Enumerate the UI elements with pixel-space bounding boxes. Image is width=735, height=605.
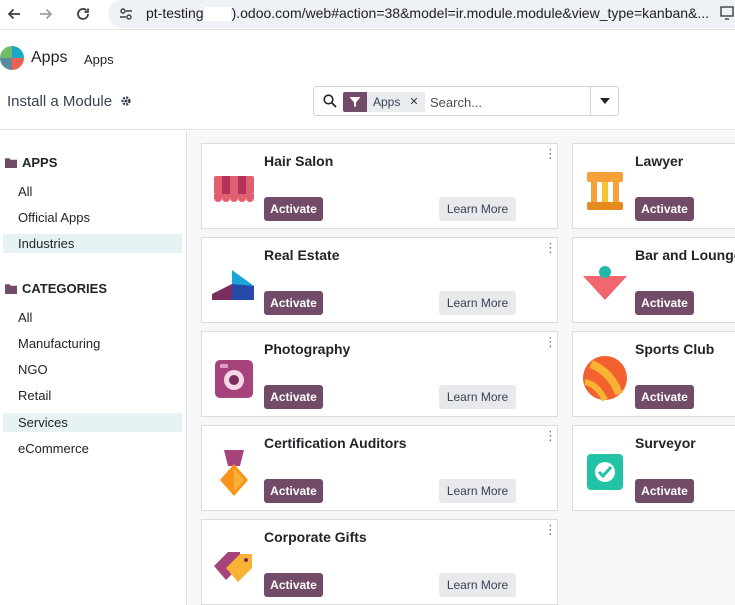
sidebar-item-all-categories[interactable]: All <box>3 308 182 327</box>
sidebar-section-apps: APPS <box>5 155 57 170</box>
control-panel: Install a Module Apps ✕ <box>0 80 735 130</box>
folder-icon <box>5 284 17 294</box>
sidebar-item-services[interactable]: Services <box>3 413 182 432</box>
activate-button[interactable]: Activate <box>264 573 323 597</box>
activate-button[interactable]: Activate <box>264 385 323 409</box>
module-title: Surveyor <box>635 435 696 451</box>
more-options-icon[interactable]: ⋮ <box>544 429 557 442</box>
facet-remove-icon[interactable]: ✕ <box>409 92 418 112</box>
more-options-icon[interactable]: ⋮ <box>544 147 557 160</box>
kanban-view: Hair Salon ⋮ Activate Learn More Lawyer … <box>188 131 735 605</box>
module-card[interactable]: Bar and Lounge Activate <box>572 237 735 323</box>
reload-icon <box>77 8 89 20</box>
module-title: Hair Salon <box>264 153 334 169</box>
cocktail-icon <box>583 266 627 300</box>
camera-icon <box>215 360 253 398</box>
app-name[interactable]: Apps <box>31 49 67 67</box>
sidebar-item-retail[interactable]: Retail <box>3 386 182 405</box>
filter-icon <box>343 92 367 112</box>
pillars-icon <box>587 172 623 210</box>
module-title: Corporate Gifts <box>264 529 367 545</box>
awning-icon <box>214 176 254 202</box>
activate-button[interactable]: Activate <box>264 479 323 503</box>
module-title: Bar and Lounge <box>635 247 735 263</box>
module-title: Photography <box>264 341 351 357</box>
search-icon[interactable] <box>323 94 337 108</box>
redacted-region <box>203 7 231 22</box>
reload-button[interactable] <box>71 3 95 25</box>
module-title: Certification Auditors <box>264 435 407 451</box>
search-input[interactable] <box>430 92 590 112</box>
learn-more-button[interactable]: Learn More <box>439 291 516 315</box>
module-title: Sports Club <box>635 341 715 357</box>
forward-button[interactable] <box>34 3 58 25</box>
sidebar-section-categories: CATEGORIES <box>5 281 107 296</box>
search-facet: Apps ✕ <box>343 92 425 112</box>
browser-toolbar: pt-testing).odoo.com/web#action=38&model… <box>0 0 735 30</box>
activate-button[interactable]: Activate <box>635 291 694 315</box>
module-card[interactable]: Surveyor Activate <box>572 425 735 511</box>
activate-button[interactable]: Activate <box>635 385 694 409</box>
learn-more-button[interactable]: Learn More <box>439 385 516 409</box>
sidebar-item-industries[interactable]: Industries <box>3 234 182 253</box>
gear-icon[interactable] <box>120 95 132 107</box>
sidebar-item-all-apps[interactable]: All <box>3 182 182 201</box>
more-options-icon[interactable]: ⋮ <box>544 523 557 536</box>
learn-more-button[interactable]: Learn More <box>439 479 516 503</box>
learn-more-button[interactable]: Learn More <box>439 573 516 597</box>
more-options-icon[interactable]: ⋮ <box>544 335 557 348</box>
back-button[interactable] <box>2 3 26 25</box>
sidebar-item-manufacturing[interactable]: Manufacturing <box>3 334 182 353</box>
url-text: pt-testing).odoo.com/web#action=38&model… <box>146 5 710 22</box>
gift-tags-icon <box>214 552 252 582</box>
module-card[interactable]: Hair Salon ⋮ Activate Learn More <box>201 143 558 229</box>
address-bar[interactable]: pt-testing).odoo.com/web#action=38&model… <box>108 0 735 28</box>
search-bar: Apps ✕ <box>313 86 619 116</box>
activate-button[interactable]: Activate <box>264 291 323 315</box>
ball-icon <box>583 356 627 402</box>
module-card[interactable]: Real Estate ⋮ Activate Learn More <box>201 237 558 323</box>
more-options-icon[interactable]: ⋮ <box>544 241 557 254</box>
module-card[interactable]: Sports Club Activate <box>572 331 735 417</box>
real-estate-icon <box>212 270 254 300</box>
module-card[interactable]: Corporate Gifts ⋮ Activate Learn More <box>201 519 558 605</box>
arrow-right-icon <box>40 8 53 20</box>
site-settings-icon[interactable] <box>118 6 134 22</box>
module-title: Lawyer <box>635 153 684 169</box>
facet-value: Apps <box>373 95 401 109</box>
main-navbar: Apps Apps <box>0 36 735 80</box>
module-card[interactable]: Certification Auditors ⋮ Activate Learn … <box>201 425 558 511</box>
search-options-toggle[interactable] <box>590 87 618 115</box>
breadcrumb-title: Install a Module <box>7 93 113 110</box>
sidebar-item-ngo[interactable]: NGO <box>3 360 182 379</box>
activate-button[interactable]: Activate <box>264 197 323 221</box>
check-badge-icon <box>587 454 623 490</box>
odoo-apps-logo-icon[interactable] <box>0 46 24 70</box>
menu-item-apps[interactable]: Apps <box>84 52 114 67</box>
caret-down-icon <box>599 98 610 104</box>
module-card[interactable]: Lawyer Activate <box>572 143 735 229</box>
medal-icon <box>220 450 248 496</box>
sidebar-filters: APPS All Official Apps Industries CATEGO… <box>0 131 187 605</box>
activate-button[interactable]: Activate <box>635 197 694 221</box>
screen-icon[interactable] <box>720 6 734 20</box>
folder-icon <box>5 158 17 168</box>
activate-button[interactable]: Activate <box>635 479 694 503</box>
sidebar-item-ecommerce[interactable]: eCommerce <box>3 439 182 458</box>
arrow-left-icon <box>7 8 20 20</box>
sidebar-item-official-apps[interactable]: Official Apps <box>3 208 182 227</box>
module-title: Real Estate <box>264 247 340 263</box>
module-card[interactable]: Photography ⋮ Activate Learn More <box>201 331 558 417</box>
learn-more-button[interactable]: Learn More <box>439 197 516 221</box>
